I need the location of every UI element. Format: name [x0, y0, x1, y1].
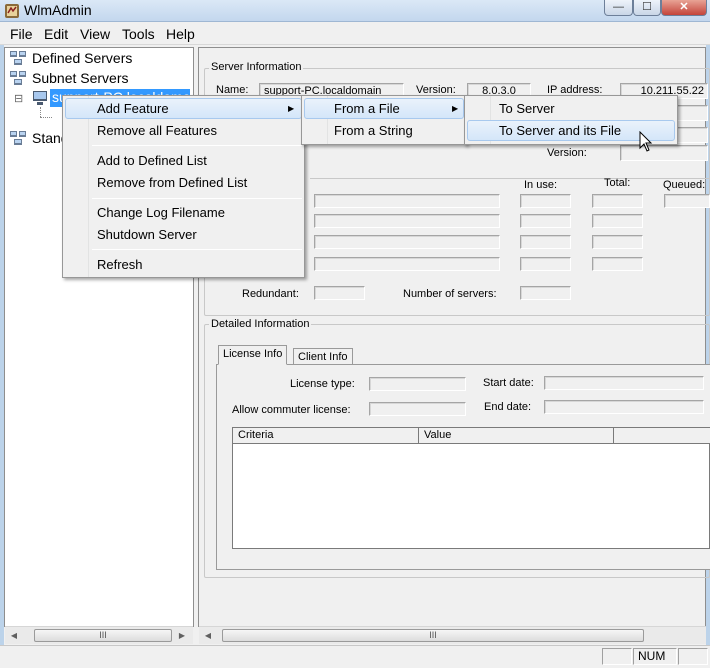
menu-help[interactable]: Help	[166, 26, 195, 42]
menu-view[interactable]: View	[80, 26, 110, 42]
menu-item-refresh[interactable]: Refresh	[97, 257, 143, 272]
stat-inuse-field	[520, 194, 571, 208]
redundant-label: Redundant:	[242, 288, 299, 300]
menu-tools[interactable]: Tools	[122, 26, 155, 42]
column-filler	[614, 428, 710, 444]
app-icon	[5, 4, 19, 18]
tree-item-defined-servers[interactable]: Defined Servers	[32, 50, 132, 66]
status-panel	[602, 648, 632, 665]
criteria-list[interactable]	[232, 427, 710, 549]
version2-field	[620, 145, 708, 161]
server-info-title: Server Information	[209, 61, 304, 73]
end-date-label: End date:	[484, 401, 532, 413]
stat-inuse-field	[520, 214, 571, 228]
number-of-servers-label: Number of servers:	[403, 288, 497, 300]
tree-connector	[40, 117, 52, 118]
scroll-thumb[interactable]: III	[34, 629, 172, 642]
collapse-icon[interactable]: ⊟	[14, 92, 23, 105]
number-of-servers-field	[520, 286, 571, 300]
stat-total-field	[592, 194, 643, 208]
submenu-arrow-icon: ▶	[288, 104, 295, 113]
num-lock-indicator: NUM	[633, 648, 677, 665]
scroll-thumb[interactable]: III	[222, 629, 644, 642]
menu-item-add-feature[interactable]: Add Feature	[97, 101, 169, 116]
menu-file[interactable]: File	[10, 26, 33, 42]
tab-license-info[interactable]: License Info	[218, 345, 288, 365]
servers-icon	[10, 51, 26, 65]
status-panel	[678, 648, 708, 665]
menu-edit[interactable]: Edit	[44, 26, 68, 42]
stat-queued-field	[664, 194, 710, 208]
scroll-left-icon[interactable]: ◀	[200, 627, 216, 644]
stat-name-field	[314, 194, 500, 208]
scroll-right-icon[interactable]: ▶	[174, 627, 190, 644]
menu-item-change-log-filename[interactable]: Change Log Filename	[97, 205, 225, 220]
servers-icon	[10, 71, 26, 85]
menu-item-remove-from-defined-list[interactable]: Remove from Defined List	[97, 175, 247, 190]
menu-item-add-to-defined-list[interactable]: Add to Defined List	[97, 153, 207, 168]
submenu-arrow-icon: ▶	[452, 104, 459, 113]
redundant-field	[314, 286, 365, 300]
menu-separator	[92, 145, 302, 146]
stat-name-field	[314, 214, 500, 228]
stat-inuse-field	[520, 257, 571, 271]
commuter-license-label: Allow commuter license:	[232, 404, 351, 416]
close-button[interactable]: ✕	[661, 0, 707, 16]
tab-client-info[interactable]: Client Info	[293, 348, 353, 364]
servers-icon	[10, 131, 26, 145]
menu-item-shutdown-server[interactable]: Shutdown Server	[97, 227, 197, 242]
stat-name-field	[314, 257, 500, 271]
menu-gutter	[63, 96, 89, 277]
total-label: Total:	[604, 177, 631, 189]
menu-separator	[92, 249, 302, 250]
in-use-label: In use:	[524, 179, 558, 191]
menu-item-from-a-string[interactable]: From a String	[334, 123, 413, 138]
detailed-info-title: Detailed Information	[209, 318, 312, 330]
scroll-left-icon[interactable]: ◀	[6, 627, 22, 644]
end-date-field	[544, 400, 704, 414]
mouse-cursor-icon	[639, 131, 653, 152]
menu-item-remove-all-features[interactable]: Remove all Features	[97, 123, 217, 138]
menu-item-to-server[interactable]: To Server	[499, 101, 555, 116]
version2-label: Version:	[547, 147, 587, 159]
minimize-button[interactable]: —	[604, 0, 633, 16]
stat-total-field	[592, 257, 643, 271]
computer-icon	[33, 91, 47, 105]
column-value[interactable]: Value	[419, 428, 614, 444]
tree-item-subnet-servers[interactable]: Subnet Servers	[32, 70, 129, 86]
start-date-label: Start date:	[483, 377, 534, 389]
menu-item-from-a-file[interactable]: From a File	[334, 101, 400, 116]
stat-inuse-field	[520, 235, 571, 249]
window-title: WlmAdmin	[24, 2, 92, 18]
tree-connector	[40, 107, 41, 117]
license-type-field	[369, 377, 466, 391]
commuter-license-field	[369, 402, 466, 416]
menu-separator	[92, 198, 302, 199]
divider	[310, 178, 710, 179]
stat-total-field	[592, 235, 643, 249]
stat-name-field	[314, 235, 500, 249]
license-type-label: License type:	[290, 378, 355, 390]
queued-label: Queued:	[663, 179, 706, 191]
start-date-field	[544, 376, 704, 390]
column-criteria[interactable]: Criteria	[233, 428, 419, 444]
stat-total-field	[592, 214, 643, 228]
maximize-button[interactable]: ☐	[633, 0, 661, 16]
menu-item-to-server-and-its-file[interactable]: To Server and its File	[499, 123, 621, 138]
